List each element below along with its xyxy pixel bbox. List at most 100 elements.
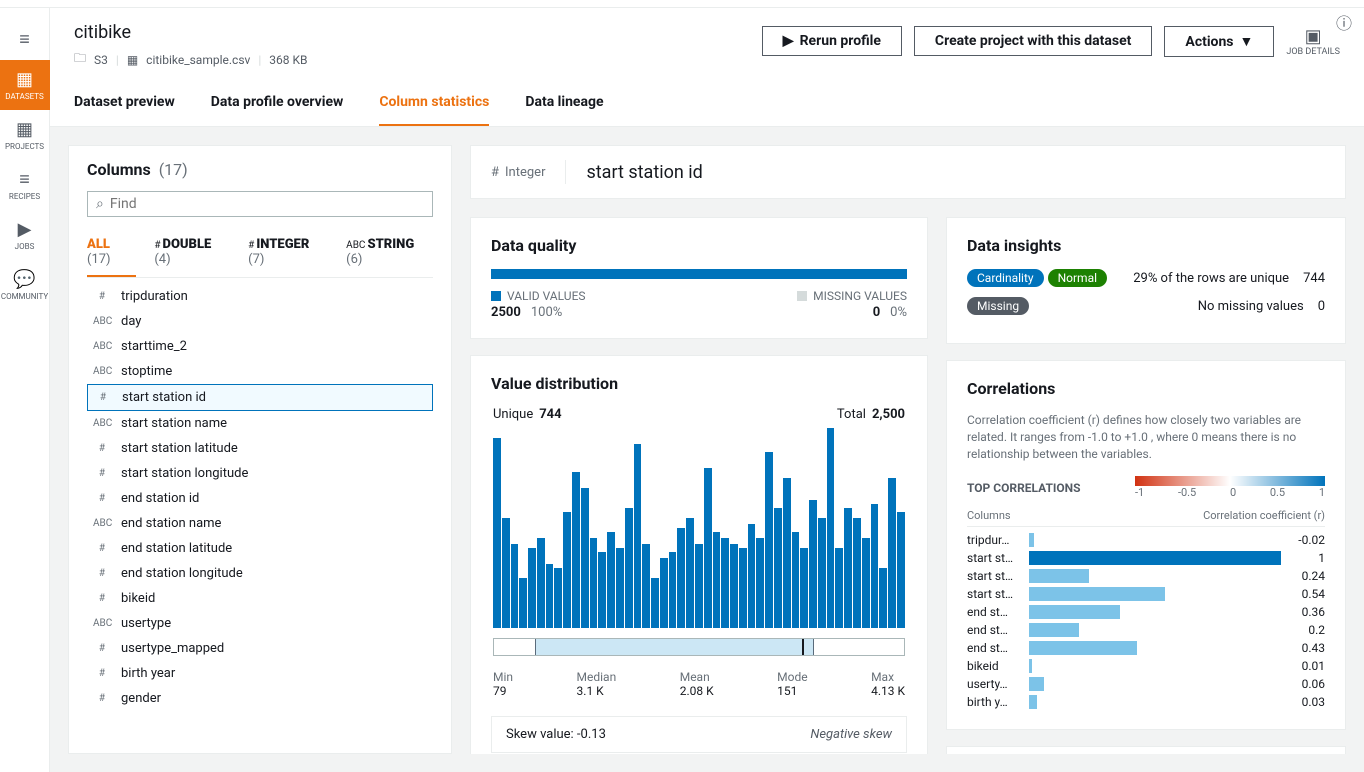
column-item[interactable]: #tripduration <box>87 284 433 309</box>
page-title: citibike <box>74 22 742 43</box>
left-nav: ≡ ▦DATASETS▦PROJECTS≡RECIPES▶JOBS💬COMMUN… <box>0 8 50 772</box>
skew-box: Skew value: -0.13 Negative skew <box>491 716 907 753</box>
nav-icon: 💬 <box>13 269 35 290</box>
histogram-bar <box>818 518 826 628</box>
col-type-icon: ABC <box>93 366 111 377</box>
tab-dataset-preview[interactable]: Dataset preview <box>74 80 175 126</box>
nav-icon: ▦ <box>16 69 33 90</box>
column-item[interactable]: ABCend station name <box>87 511 433 536</box>
job-details-button[interactable]: ▣JOB DETAILS <box>1286 26 1340 57</box>
distribution-histogram <box>491 428 907 628</box>
histogram-bar <box>528 548 536 628</box>
tab-data-lineage[interactable]: Data lineage <box>525 80 603 126</box>
histogram-bar <box>721 538 729 628</box>
col-type-icon: ABC <box>93 618 111 629</box>
histogram-bar <box>871 504 879 628</box>
columns-search-input[interactable] <box>110 196 424 212</box>
column-item[interactable]: #bikeid <box>87 586 433 611</box>
nav-jobs[interactable]: ▶JOBS <box>0 210 50 260</box>
column-detail-header: #Integer start station id <box>470 145 1346 199</box>
column-item[interactable]: #usertype_mapped <box>87 636 433 661</box>
column-item[interactable]: #start station id <box>87 384 433 411</box>
col-type-icon: # <box>93 291 111 302</box>
type-tab-double[interactable]: #DOUBLE (4) <box>154 229 230 277</box>
col-type-icon: # <box>93 443 111 454</box>
column-item[interactable]: #gender <box>87 686 433 711</box>
nav-recipes[interactable]: ≡RECIPES <box>0 160 50 210</box>
column-item[interactable]: ABCstarttime_2 <box>87 334 433 359</box>
histogram-bar <box>519 578 527 628</box>
column-item[interactable]: #start station latitude <box>87 436 433 461</box>
histogram-bar <box>554 568 562 628</box>
stat-mean: Mean2.08 K <box>680 670 714 698</box>
correlation-row: userty…0.06 <box>967 675 1325 693</box>
column-name: start station id <box>586 162 702 183</box>
histogram-bar <box>607 532 615 628</box>
correlation-row: start st…0.54 <box>967 585 1325 603</box>
histogram-bar <box>897 512 905 628</box>
column-item[interactable]: #birth year <box>87 661 433 686</box>
cardinality-pill: Cardinality <box>967 269 1044 287</box>
data-quality-bar <box>491 269 907 279</box>
actions-button[interactable]: Actions▼ <box>1164 26 1274 57</box>
create-project-button[interactable]: Create project with this dataset <box>914 26 1153 56</box>
type-tab-integer[interactable]: #INTEGER (7) <box>248 229 328 277</box>
nav-datasets[interactable]: ▦DATASETS <box>0 60 50 110</box>
histogram-bar <box>792 532 800 628</box>
histogram-bar <box>739 548 747 628</box>
histogram-bar <box>748 524 756 628</box>
missing-pill: Missing <box>967 297 1029 315</box>
tab-data-profile-overview[interactable]: Data profile overview <box>211 80 344 126</box>
hamburger-icon[interactable]: ≡ <box>0 20 50 60</box>
file-icon: ▦ <box>127 53 138 67</box>
histogram-bar <box>537 538 545 628</box>
correlation-row: tripdur…-0.02 <box>967 531 1325 549</box>
histogram-bar <box>502 518 510 628</box>
normal-pill: Normal <box>1048 269 1107 287</box>
columns-panel: Columns (17) ⌕ ALL (17)#DOUBLE (4)#INTEG… <box>68 145 452 754</box>
col-type-icon: # <box>93 543 111 554</box>
correlation-row: birth y…0.03 <box>967 693 1325 711</box>
histogram-bar <box>686 518 694 628</box>
col-type-icon: # <box>93 468 111 479</box>
column-item[interactable]: #start station longitude <box>87 461 433 486</box>
histogram-bar <box>581 488 589 628</box>
col-type-icon: ABC <box>93 418 111 429</box>
info-icon[interactable]: ⓘ <box>1336 10 1352 34</box>
column-item[interactable]: #end station latitude <box>87 536 433 561</box>
column-item[interactable]: ABCstoptime <box>87 359 433 384</box>
histogram-bar <box>598 552 606 628</box>
column-item[interactable]: #end station id <box>87 486 433 511</box>
nav-icon: ▶ <box>18 219 32 240</box>
col-type-icon: # <box>93 568 111 579</box>
nav-projects[interactable]: ▦PROJECTS <box>0 110 50 160</box>
rerun-profile-button[interactable]: ▶Rerun profile <box>762 26 902 56</box>
histogram-bar <box>730 544 738 628</box>
panel-icon: ▣ <box>1305 26 1322 47</box>
histogram-bar <box>809 500 817 628</box>
col-type-icon: ABC <box>93 341 111 352</box>
histogram-bar <box>669 552 677 628</box>
histogram-bar <box>660 558 668 628</box>
column-item[interactable]: ABCusertype <box>87 611 433 636</box>
histogram-bar <box>844 508 852 628</box>
nav-icon: ▦ <box>16 119 33 140</box>
type-tab-all[interactable]: ALL (17) <box>87 229 136 277</box>
source-icon: 🗀 <box>74 49 86 70</box>
histogram-bar <box>862 538 870 628</box>
column-item[interactable]: #end station longitude <box>87 561 433 586</box>
value-distribution-card: Value distribution Unique744 Total2,500 … <box>470 355 928 754</box>
histogram-bar <box>511 544 519 628</box>
nav-community[interactable]: 💬COMMUNITY <box>0 260 50 310</box>
histogram-bar <box>642 544 650 628</box>
tabs: Dataset preview Data profile overview Colu… <box>50 80 1364 127</box>
search-icon: ⌕ <box>96 196 104 212</box>
distribution-stats: Min79Median3.1 KMean2.08 KMode151Max4.13… <box>491 670 907 698</box>
type-tab-string[interactable]: ABCSTRING (6) <box>346 229 433 277</box>
column-item[interactable]: ABCday <box>87 309 433 334</box>
correlations-card: Correlations Correlation coefficient (r)… <box>946 360 1346 730</box>
column-item[interactable]: ABCstart station name <box>87 411 433 436</box>
tab-column-statistics[interactable]: Column statistics <box>379 80 489 126</box>
columns-search[interactable]: ⌕ <box>87 191 433 217</box>
dataset-meta: 🗀 S3 | ▦ citibike_sample.csv | 368 KB <box>74 49 742 70</box>
